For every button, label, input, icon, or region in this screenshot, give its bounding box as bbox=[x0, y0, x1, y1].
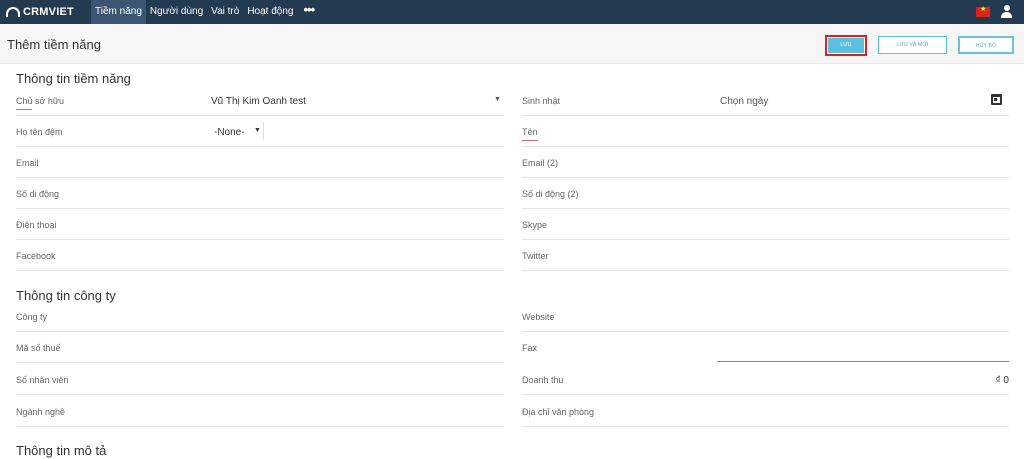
industry-label: Ngành nghề bbox=[16, 407, 66, 417]
phone-field[interactable]: Điện thoại bbox=[16, 210, 504, 240]
mobile2-field[interactable]: Số di động (2) bbox=[522, 179, 1009, 209]
email2-label: Email (2) bbox=[522, 158, 559, 168]
fax-label: Fax bbox=[522, 343, 538, 353]
fax-input[interactable] bbox=[717, 361, 1009, 362]
section-title-company-info: Thông tin công ty bbox=[16, 288, 116, 303]
twitter-label: Twitter bbox=[522, 251, 549, 261]
vietnam-flag-icon[interactable] bbox=[976, 5, 990, 17]
save-and-new-button[interactable]: LƯU VÀ MỚI bbox=[878, 36, 947, 54]
mobile2-label: Số di động (2) bbox=[522, 189, 579, 199]
owner-field[interactable]: Chủ sở hữu Vũ Thị Kim Oanh test ▼ bbox=[16, 86, 504, 116]
skype-field[interactable]: Skype bbox=[522, 210, 1009, 240]
birthday-label: Sinh nhật bbox=[522, 96, 561, 106]
chevron-down-icon[interactable]: ▼ bbox=[494, 96, 501, 103]
chevron-down-icon: ▼ bbox=[254, 127, 261, 134]
office-address-field[interactable]: Địa chỉ văn phòng bbox=[522, 397, 1009, 427]
section-title-lead-info: Thông tin tiềm năng bbox=[16, 71, 131, 86]
revenue-label: Doanh thu bbox=[522, 375, 564, 385]
fax-field[interactable]: Fax bbox=[522, 333, 1009, 363]
twitter-field[interactable]: Twitter bbox=[522, 241, 1009, 271]
company-label: Công ty bbox=[16, 312, 48, 322]
section-title-description: Thông tin mô tả bbox=[16, 443, 107, 458]
middle-name-field[interactable]: Họ tên đệm -None- ▼ bbox=[16, 117, 504, 147]
office-address-label: Địa chỉ văn phòng bbox=[522, 407, 595, 417]
more-menu-icon[interactable]: ••• bbox=[297, 0, 320, 24]
mobile-label: Số di động bbox=[16, 189, 60, 199]
nav-item-leads[interactable]: Tiềm năng bbox=[91, 0, 146, 24]
email-label: Email bbox=[16, 158, 39, 168]
tax-code-label: Mã số thuế bbox=[16, 343, 61, 353]
first-name-field[interactable]: Tên bbox=[522, 117, 1009, 147]
logo[interactable]: CRMVIET bbox=[6, 0, 86, 24]
top-nav: CRMVIET Tiềm năng Người dùng Vai trò Hoạ… bbox=[0, 0, 1024, 24]
website-field[interactable]: Website bbox=[522, 302, 1009, 332]
nav-item-activities[interactable]: Hoạt động bbox=[243, 0, 297, 24]
owner-label: Chủ sở hữu bbox=[16, 96, 64, 106]
salutation-value: -None- bbox=[214, 127, 245, 138]
employees-label: Số nhân viên bbox=[16, 375, 69, 385]
mobile-field[interactable]: Số di động bbox=[16, 179, 504, 209]
skype-label: Skype bbox=[522, 220, 548, 230]
nav-item-users[interactable]: Người dùng bbox=[146, 0, 207, 24]
phone-label: Điện thoại bbox=[16, 220, 57, 230]
logo-icon bbox=[6, 7, 20, 17]
employees-field[interactable]: Số nhân viên bbox=[16, 365, 504, 395]
email-field[interactable]: Email bbox=[16, 148, 504, 178]
nav-item-roles[interactable]: Vai trò bbox=[207, 0, 243, 24]
facebook-label: Facebook bbox=[16, 251, 56, 261]
save-button[interactable]: LƯU bbox=[825, 35, 867, 56]
page-title: Thêm tiềm năng bbox=[7, 37, 101, 52]
calendar-icon[interactable] bbox=[991, 94, 1002, 105]
required-marker bbox=[16, 109, 32, 110]
save-button-label: LƯU bbox=[828, 38, 864, 53]
required-marker bbox=[522, 140, 538, 141]
email2-field[interactable]: Email (2) bbox=[522, 148, 1009, 178]
logo-text: CRMVIET bbox=[23, 6, 74, 18]
website-label: Website bbox=[522, 312, 555, 322]
tax-code-field[interactable]: Mã số thuế bbox=[16, 333, 504, 363]
middle-name-label: Họ tên đệm bbox=[16, 127, 63, 137]
facebook-field[interactable]: Facebook bbox=[16, 241, 504, 271]
user-icon[interactable] bbox=[1001, 5, 1012, 18]
revenue-field[interactable]: Doanh thu ₫ 0 bbox=[522, 365, 1009, 395]
salutation-select[interactable]: -None- ▼ bbox=[212, 122, 264, 140]
birthday-field[interactable]: Sinh nhật Chọn ngày bbox=[522, 86, 1009, 116]
company-field[interactable]: Công ty bbox=[16, 302, 504, 332]
page-header: Thêm tiềm năng LƯU LƯU VÀ MỚI HỦY BỎ bbox=[0, 24, 1024, 64]
cancel-button[interactable]: HỦY BỎ bbox=[958, 36, 1014, 54]
revenue-value[interactable]: ₫ 0 bbox=[996, 375, 1009, 386]
owner-value[interactable]: Vũ Thị Kim Oanh test bbox=[211, 96, 306, 107]
first-name-label: Tên bbox=[522, 127, 538, 137]
industry-field[interactable]: Ngành nghề bbox=[16, 397, 504, 427]
birthday-input[interactable]: Chọn ngày bbox=[720, 96, 768, 107]
